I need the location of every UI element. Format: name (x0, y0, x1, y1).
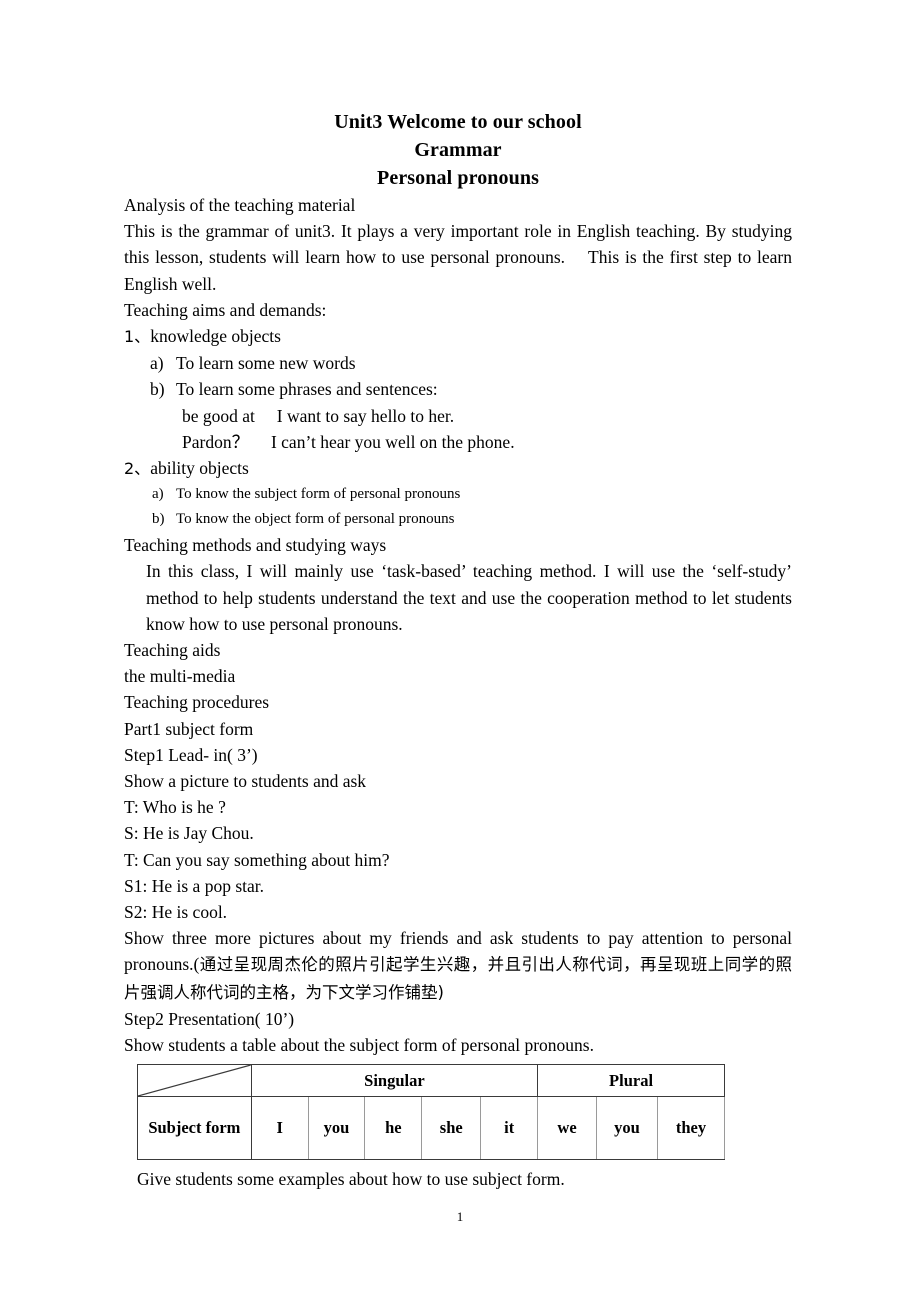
analysis-heading: Analysis of the teaching material (124, 195, 356, 215)
show-three-pictures-paragraph: Show three more pictures about my friend… (124, 925, 792, 1006)
document-title-line-1: Unit3 Welcome to our school (334, 111, 582, 133)
table-group-header-plural: Plural (537, 1064, 725, 1098)
title-block: Unit3 Welcome to our school Grammar Pers… (124, 108, 792, 192)
knowledge-objects-sub-b-marker: b) (150, 379, 165, 400)
teaching-aids-body: the multi-media (124, 666, 236, 687)
subject-form-table: Singular Plural Subject form I you he sh… (137, 1064, 726, 1161)
knowledge-objects-label: knowledge objects (150, 326, 281, 347)
table-group-header-singular: Singular (250, 1064, 539, 1098)
dialogue-line-teacher-1: T: Who is he ? (124, 797, 226, 818)
table-header-row: Singular Plural (137, 1064, 725, 1098)
document-page: Unit3 Welcome to our school Grammar Pers… (0, 0, 920, 1302)
dialogue-line-teacher-2: T: Can you say something about him? (124, 849, 390, 870)
knowledge-objects-number: 1、 (124, 327, 151, 347)
ability-objects-sub-a: a) To know the subject form of personal p… (124, 482, 792, 507)
ability-objects-sub-b: b) To know the object form of personal pr… (124, 507, 792, 532)
knowledge-objects-sub-a: a) To learn some new words (124, 350, 792, 376)
page-number: 1 (456, 1209, 464, 1224)
diagonal-line-icon (138, 1065, 251, 1096)
table-cell-pronoun-he: he (364, 1096, 423, 1161)
show-table-line: Show students a table about the subject … (124, 1035, 594, 1056)
dialogue-line-student-1: S: He is Jay Chou. (124, 823, 254, 844)
table-cell-pronoun-she: she (421, 1096, 482, 1161)
document-title-line-3: Personal pronouns (377, 167, 539, 189)
ability-objects-sub-a-text: To know the subject form of personal pro… (176, 486, 461, 503)
ability-objects-sub-a-marker: a) (152, 486, 164, 503)
show-picture-line: Show a picture to students and ask (124, 771, 367, 792)
closing-line: Give students some examples about how to… (137, 1169, 565, 1190)
table-row-label-subject-form: Subject form (137, 1096, 252, 1161)
teaching-procedures-heading: Teaching procedures (124, 692, 270, 713)
table-cell-pronoun-you-singular: you (307, 1096, 366, 1161)
knowledge-objects-item: 1、knowledge objects (124, 323, 792, 350)
table-corner-cell (137, 1064, 252, 1098)
knowledge-objects-sub-a-text: To learn some new words (176, 353, 356, 374)
ability-objects-number: 2、 (124, 459, 151, 479)
ability-objects-sub-b-marker: b) (152, 511, 165, 528)
teaching-methods-body: In this class, I will mainly use ‘task-b… (146, 561, 792, 634)
ability-objects-label: ability objects (150, 458, 249, 479)
example-line-1: be good at I want to say hello to her. (182, 405, 455, 426)
teaching-aims-heading: Teaching aims and demands: (124, 299, 327, 320)
analysis-body: This is the grammar of unit3. It plays a… (124, 221, 792, 294)
document-title-line-2: Grammar (414, 139, 502, 161)
dialogue-line-student-s1: S1: He is a pop star. (124, 875, 264, 896)
teaching-aids-heading: Teaching aids (124, 640, 221, 661)
knowledge-objects-sub-b-text: To learn some phrases and sentences: (176, 379, 438, 400)
show-three-pictures-chinese: 通过呈现周杰伦的照片引起学生兴趣，并且引出人称代词，再呈现班上同学的照片强调人称… (124, 955, 792, 1002)
table-body-row: Subject form I you he she it we you they (137, 1096, 726, 1161)
table-cell-pronoun-we: we (537, 1096, 597, 1161)
knowledge-objects-sub-b: b) To learn some phrases and sentences: (124, 376, 792, 402)
knowledge-objects-sub-a-marker: a) (150, 353, 164, 374)
ability-objects-sub-b-text: To know the object form of personal pron… (176, 511, 455, 528)
table-cell-pronoun-i: I (250, 1096, 309, 1161)
table-cell-pronoun-they: they (656, 1096, 726, 1161)
dialogue-line-student-s2: S2: He is cool. (124, 902, 228, 923)
example-line-2: Pardon？ I can’t hear you well on the pho… (182, 431, 515, 452)
subject-form-table-wrapper: Singular Plural Subject form I you he sh… (137, 1064, 792, 1161)
document-content: Unit3 Welcome to our school Grammar Pers… (124, 108, 792, 1193)
teaching-methods-heading: Teaching methods and studying ways (124, 535, 387, 556)
ability-objects-item: 2、ability objects (124, 455, 792, 482)
table-cell-pronoun-you-plural: you (596, 1096, 658, 1161)
step1-heading: Step1 Lead- in( 3’) (124, 744, 258, 765)
table-cell-pronoun-it: it (480, 1096, 539, 1161)
part1-heading: Part1 subject form (124, 718, 254, 739)
step2-heading: Step2 Presentation( 10’) (124, 1008, 295, 1029)
